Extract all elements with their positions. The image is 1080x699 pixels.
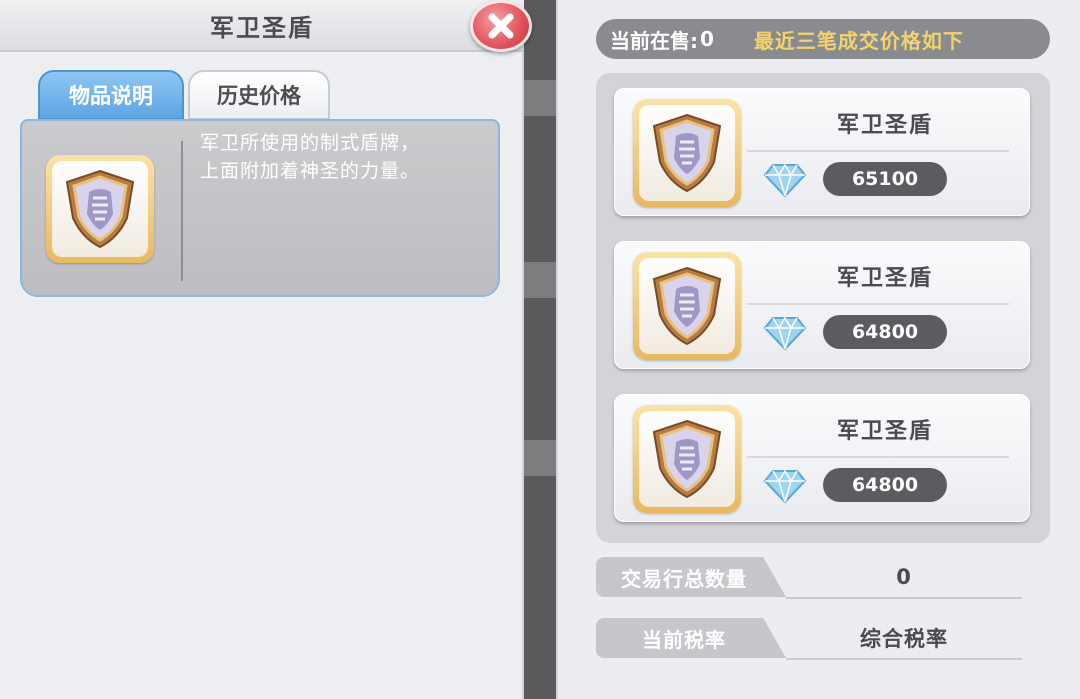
on-sale-bar: 当前在售: 0 最近三笔成交价格如下 [596, 19, 1050, 59]
background-band [520, 440, 560, 476]
on-sale-count: 0 [700, 27, 714, 51]
diamond-icon [763, 163, 807, 198]
description-divider [181, 141, 183, 281]
market-panel: 当前在售: 0 最近三笔成交价格如下 军卫圣盾 65100 军卫圣盾 64800… [556, 0, 1080, 699]
tax-rate-value: 综合税率 [860, 627, 948, 651]
trade-listing[interactable]: 军卫圣盾 64800 [614, 241, 1030, 369]
panel-header: 军卫圣盾 [0, 0, 524, 52]
recent-trades-list: 军卫圣盾 65100 军卫圣盾 64800 军卫圣盾 64800 [596, 73, 1050, 543]
listing-divider [747, 303, 1009, 305]
listing-item-name: 军卫圣盾 [836, 113, 933, 138]
recent-trades-note: 最近三笔成交价格如下 [753, 28, 964, 53]
shield-icon [652, 419, 722, 499]
total-volume-row: 交易行总数量 0 [596, 557, 1022, 599]
on-sale-label: 当前在售: [610, 28, 698, 53]
total-volume-label: 交易行总数量 [596, 557, 786, 597]
diamond-icon [763, 469, 807, 504]
total-volume-value: 0 [896, 565, 912, 589]
listing-divider [747, 456, 1009, 458]
tax-rate-row: 当前税率 综合税率 [596, 618, 1022, 660]
shield-icon [65, 169, 135, 249]
tab-item-description[interactable]: 物品说明 [38, 70, 184, 120]
background-band [520, 262, 560, 298]
panel-title: 军卫圣盾 [210, 14, 314, 42]
diamond-icon [763, 316, 807, 351]
listing-item-name: 军卫圣盾 [836, 266, 933, 291]
tab-price-history[interactable]: 历史价格 [188, 70, 330, 120]
item-icon-frame [633, 252, 741, 360]
row-underline [786, 597, 1022, 599]
item-icon-frame [633, 405, 741, 513]
listing-price: 64800 [823, 315, 947, 349]
item-description: 军卫所使用的制式盾牌， 上面附加着神圣的力量。 [200, 129, 490, 185]
item-icon-frame [633, 99, 741, 207]
shield-icon [652, 266, 722, 346]
trade-listing[interactable]: 军卫圣盾 64800 [614, 394, 1030, 522]
trade-listing[interactable]: 军卫圣盾 65100 [614, 88, 1030, 216]
listing-item-name: 军卫圣盾 [836, 419, 933, 444]
listing-divider [747, 150, 1009, 152]
item-description-box: 军卫所使用的制式盾牌， 上面附加着神圣的力量。 [20, 119, 500, 297]
close-icon [488, 13, 514, 39]
listing-price: 64800 [823, 468, 947, 502]
shield-icon [652, 113, 722, 193]
item-detail-panel: 军卫圣盾 物品说明 历史价格 军卫所使用的制式盾牌， 上面附加着神圣的力量。 [0, 0, 524, 699]
description-line-2: 上面附加着神圣的力量。 [200, 160, 421, 182]
row-underline [786, 658, 1022, 660]
item-icon-frame [46, 155, 154, 263]
tax-rate-label: 当前税率 [596, 618, 786, 658]
description-line-1: 军卫所使用的制式盾牌， [200, 132, 421, 154]
background-band [520, 80, 560, 116]
listing-price: 65100 [823, 162, 947, 196]
close-button[interactable] [470, 0, 532, 52]
